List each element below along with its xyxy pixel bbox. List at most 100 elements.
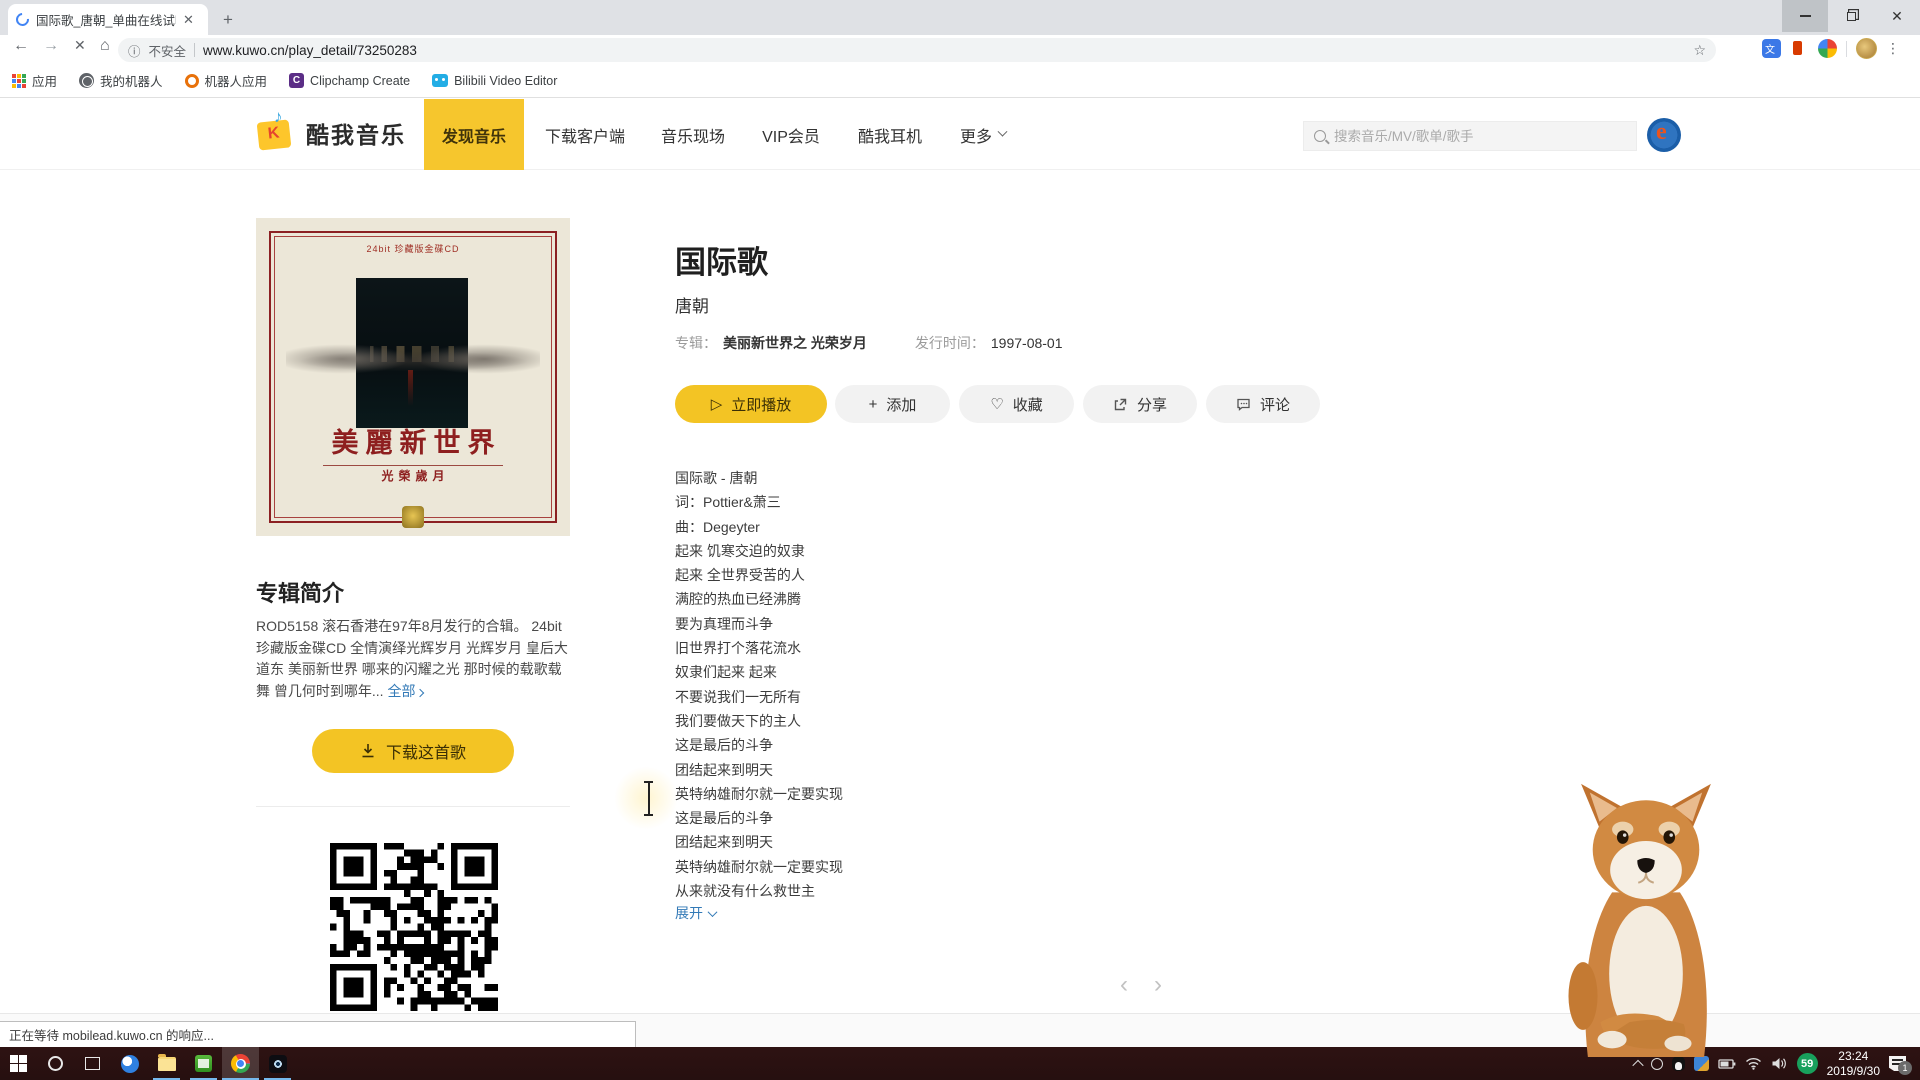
tab-close-icon[interactable]: ✕ (183, 12, 194, 28)
media-app-icon (269, 1055, 287, 1073)
lyric-line: 起来 全世界受苦的人 (675, 563, 1275, 587)
close-button[interactable]: ✕ (1874, 0, 1920, 32)
minimize-button[interactable] (1782, 0, 1828, 32)
nav-vip[interactable]: VIP会员 (756, 99, 826, 170)
new-tab-button[interactable]: + (216, 8, 240, 32)
text-cursor (644, 780, 653, 818)
kuwo-logo-icon: ♪ (256, 113, 296, 153)
colorful-extension-icon[interactable] (1818, 39, 1837, 58)
taskbar-chrome[interactable] (222, 1047, 259, 1080)
carousel-next-icon[interactable]: › (1154, 975, 1162, 995)
notification-badge: 1 (1898, 1061, 1912, 1075)
album-more-link[interactable]: 全部 (387, 683, 423, 699)
battery-icon[interactable] (1718, 1058, 1736, 1070)
stop-icon[interactable]: ✕ (74, 37, 86, 54)
lyric-line: 这是最后的斗争 (675, 733, 1275, 757)
tray-number-badge[interactable]: 59 (1797, 1053, 1818, 1074)
chrome-icon (231, 1054, 250, 1073)
task-view-button[interactable] (74, 1047, 111, 1080)
release-label: 发行时间： (915, 333, 985, 353)
taskbar-video-editor[interactable] (185, 1047, 222, 1080)
notification-center-button[interactable]: 1 (1889, 1056, 1906, 1071)
bookmark-my-robot[interactable]: 我的机器人 (79, 71, 163, 90)
nav-more[interactable]: 更多 (953, 99, 1013, 170)
song-artist[interactable]: 唐朝 (675, 292, 709, 317)
comment-label: 评论 (1260, 394, 1290, 415)
bookmark-bilibili[interactable]: Bilibili Video Editor (432, 74, 557, 88)
taskbar-apps (0, 1047, 296, 1080)
lyric-line: 团结起来到明天 (675, 758, 1275, 782)
search-box[interactable] (1303, 121, 1637, 151)
browser-tab[interactable]: 国际歌_唐朝_单曲在线试听_酷我 ✕ (8, 4, 208, 35)
toolbar-separator (1846, 41, 1847, 57)
chevron-down-icon (708, 907, 718, 917)
album-cover: 24bit 珍藏版金碟CD 美麗新世界 光榮歲月 (256, 218, 570, 536)
bookmarks-bar: 应用 我的机器人 机器人应用 C Clipchamp Create Bilibi… (0, 64, 1920, 98)
song-meta: 专辑： 美丽新世界之 光荣岁月 发行时间： 1997-08-01 (675, 333, 1063, 353)
carousel-prev-icon[interactable]: ‹ (1120, 975, 1128, 995)
url-text[interactable]: www.kuwo.cn/play_detail/73250283 (203, 43, 1685, 58)
cortana-button[interactable] (37, 1047, 74, 1080)
tray-expand-icon[interactable] (1634, 1060, 1642, 1068)
task-view-icon (85, 1057, 100, 1070)
user-avatar[interactable] (1647, 118, 1681, 152)
taskbar-file-explorer[interactable] (148, 1047, 185, 1080)
heart-icon: ♡ (990, 397, 1003, 412)
favorite-button[interactable]: ♡ 收藏 (959, 385, 1074, 423)
office-extension-icon[interactable] (1790, 39, 1809, 58)
desktop-pet-dog[interactable] (1560, 778, 1732, 1059)
folder-icon (158, 1057, 176, 1071)
back-icon[interactable]: ← (13, 37, 29, 55)
taskbar-quark-browser[interactable] (111, 1047, 148, 1080)
nav-label: 酷我耳机 (858, 123, 922, 147)
comment-button[interactable]: 评论 (1206, 385, 1320, 423)
browser-profile-avatar[interactable] (1856, 38, 1877, 59)
forward-icon[interactable]: → (43, 37, 59, 55)
search-input[interactable] (1334, 129, 1614, 144)
bookmark-robot-app[interactable]: 机器人应用 (185, 71, 268, 90)
start-button[interactable] (0, 1047, 37, 1080)
bookmark-apps[interactable]: 应用 (12, 71, 57, 90)
browser-menu-icon[interactable]: ⋮ (1886, 40, 1900, 57)
status-text: 正在等待 mobilead.kuwo.cn 的响应... (9, 1025, 214, 1044)
nav-headphones[interactable]: 酷我耳机 (855, 99, 925, 170)
download-icon (360, 743, 376, 759)
address-bar[interactable]: ⓘ 不安全 www.kuwo.cn/play_detail/73250283 ☆ (118, 38, 1716, 62)
restore-button[interactable] (1828, 0, 1874, 32)
add-button[interactable]: + 添加 (835, 385, 950, 423)
song-title: 国际歌 (675, 237, 768, 282)
share-label: 分享 (1137, 394, 1167, 415)
bookmark-label: Bilibili Video Editor (454, 74, 557, 88)
bookmark-clipchamp[interactable]: C Clipchamp Create (289, 73, 410, 88)
lyric-line: 英特纳雄耐尔就一定要实现 (675, 782, 1275, 806)
clock-date: 2019/9/30 (1827, 1064, 1880, 1079)
info-icon[interactable]: ⓘ (128, 41, 141, 60)
expand-label: 展开 (675, 903, 703, 923)
taskbar-media-app[interactable] (259, 1047, 296, 1080)
volume-icon[interactable] (1771, 1057, 1788, 1070)
lyric-line: 从来就没有什么救世主 (675, 879, 1275, 903)
tray-circle-icon[interactable] (1651, 1058, 1663, 1070)
wifi-icon[interactable] (1745, 1057, 1762, 1070)
cover-rule (323, 465, 503, 466)
nav-download-client[interactable]: 下载客户端 (540, 99, 630, 170)
download-song-button[interactable]: 下载这首歌 (312, 729, 514, 773)
share-button[interactable]: 分享 (1083, 385, 1197, 423)
play-now-button[interactable]: ▷ 立即播放 (675, 385, 827, 423)
taskbar-clock[interactable]: 23:24 2019/9/30 (1827, 1049, 1880, 1079)
home-icon[interactable]: ⌂ (100, 37, 110, 55)
carousel-arrows: ‹ › (1120, 975, 1162, 995)
lyric-line: 满腔的热血已经沸腾 (675, 587, 1275, 611)
bookmark-star-icon[interactable]: ☆ (1693, 42, 1706, 59)
kuwo-logo[interactable]: ♪ 酷我音乐 (256, 113, 406, 153)
translate-extension-icon[interactable] (1762, 39, 1781, 58)
kuwo-logo-text: 酷我音乐 (306, 116, 406, 150)
nav-live-music[interactable]: 音乐现场 (658, 99, 728, 170)
nav-discover-music[interactable]: 发现音乐 (424, 99, 524, 170)
album-intro-title: 专辑简介 (256, 576, 344, 608)
search-icon (1314, 130, 1326, 142)
lyric-line: 我们要做天下的主人 (675, 709, 1275, 733)
album-name-link[interactable]: 美丽新世界之 光荣岁月 (723, 333, 867, 353)
lyrics-expand-link[interactable]: 展开 (675, 903, 716, 923)
browser-toolbar: ← → ✕ ⌂ ⓘ 不安全 www.kuwo.cn/play_detail/73… (0, 35, 1920, 64)
